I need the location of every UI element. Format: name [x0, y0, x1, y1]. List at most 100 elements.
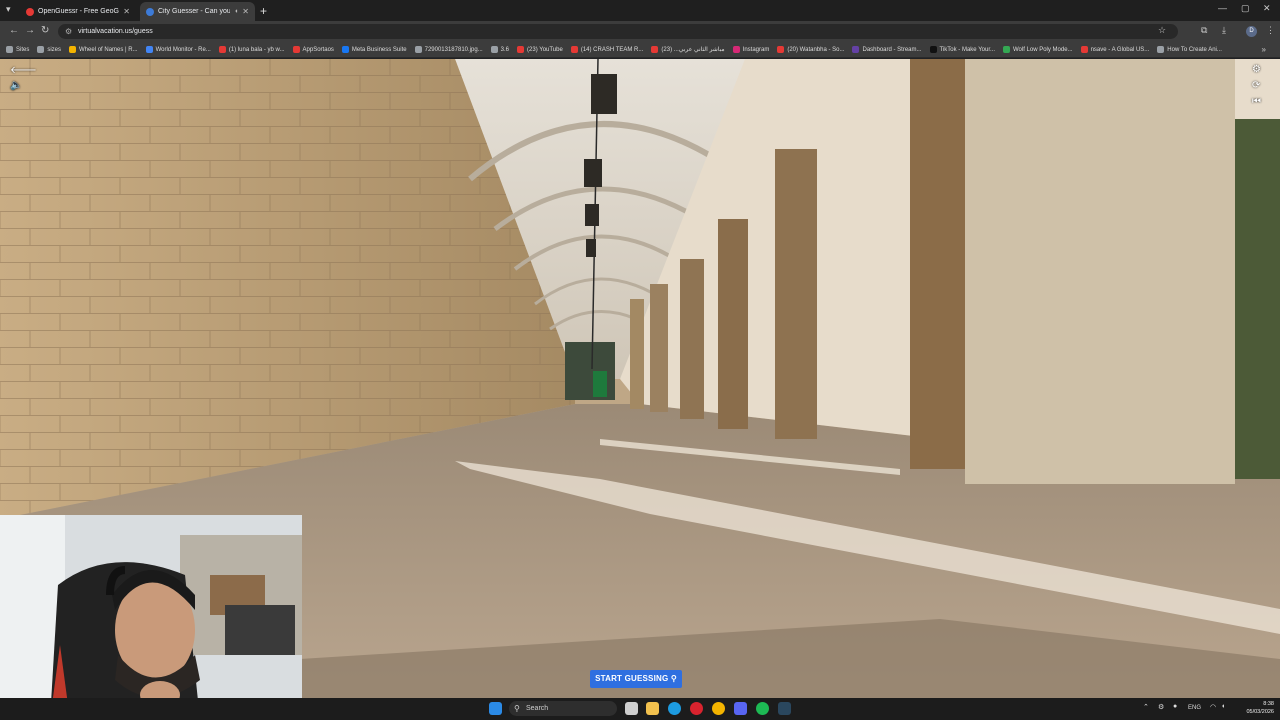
maximize-button[interactable]: ▢ [1241, 3, 1250, 14]
bookmark-item[interactable]: sizes [37, 46, 61, 53]
new-tab-button[interactable]: + [260, 4, 267, 18]
bookmark-favicon-icon [218, 46, 226, 53]
language-indicator[interactable]: ENG [1188, 705, 1201, 711]
close-tab-icon[interactable]: ✕ [242, 7, 249, 16]
bookmark-item[interactable]: Instagram [732, 46, 769, 53]
clock-date: 05/03/2026 [1246, 709, 1274, 715]
tab-search-icon[interactable]: ▾ [6, 4, 11, 15]
mic-icon[interactable]: ● [1173, 703, 1177, 710]
bookmark-item[interactable]: (23) YouTube [517, 46, 563, 53]
bookmark-item[interactable]: nsave - A Global US... [1080, 46, 1150, 53]
bookmark-favicon-icon [1157, 46, 1165, 53]
chrome-icon[interactable] [712, 702, 725, 715]
bookmark-item[interactable]: (20) Watanbha - So... [777, 46, 844, 53]
windows-taskbar [0, 698, 1280, 720]
network-icon[interactable]: ⚙ [1158, 703, 1164, 711]
bookmark-favicon-icon [1080, 46, 1088, 53]
file-explorer-icon[interactable] [646, 702, 659, 715]
cityguesser-favicon-icon [146, 7, 154, 16]
bookmark-item[interactable]: Sites [6, 46, 29, 53]
bookmark-star-icon[interactable]: ☆ [1158, 25, 1166, 36]
bookmark-favicon-icon [69, 46, 77, 53]
bookmark-item[interactable]: 7290013187810.jpg... [414, 46, 483, 53]
bookmark-item[interactable]: How To Create Ani... [1157, 46, 1222, 53]
folder-icon [37, 46, 45, 53]
menu-icon[interactable]: ⋮ [1266, 25, 1275, 36]
bookmark-item[interactable]: مباشر الثاني عربي... (23) [651, 46, 725, 53]
reload-button[interactable]: ↻ [41, 25, 49, 36]
bookmark-label: 7290013187810.jpg... [424, 46, 483, 53]
refresh-icon[interactable]: ⟳ [1252, 80, 1260, 91]
more-bookmarks-icon[interactable]: » [1262, 45, 1266, 54]
bookmark-item[interactable]: Wolf Low Poly Mode... [1002, 46, 1073, 53]
clock-time: 8:38 [1263, 701, 1274, 707]
forward-button[interactable]: → [25, 25, 35, 36]
bookmark-favicon-icon [145, 46, 153, 53]
minimize-button[interactable]: — [1218, 3, 1227, 13]
bookmark-favicon-icon [929, 46, 937, 53]
bookmark-item[interactable]: (14) CRASH TEAM R... [570, 46, 643, 53]
bookmark-label: مباشر الثاني عربي... (23) [661, 47, 725, 53]
folder-icon [6, 46, 13, 53]
volume-tray-icon[interactable]: ◖ [1221, 703, 1225, 710]
bookmark-label: nsave - A Global US... [1090, 46, 1150, 53]
bookmark-item[interactable]: AppSortaos [292, 46, 334, 53]
downloads-icon[interactable]: ⤓ [1222, 25, 1226, 36]
bookmark-label: Wheel of Names | R... [79, 46, 138, 53]
volume-icon[interactable]: 🔈 [10, 80, 22, 91]
tab-title: OpenGuessr - Free GeoGuessr [38, 8, 119, 15]
tab-city-guesser[interactable]: City Guesser - Can you gu ◖ ✕ [140, 2, 255, 21]
bookmark-label: Meta Business Suite [351, 46, 407, 53]
start-guessing-button[interactable]: START GUESSING ⚲ [590, 670, 682, 688]
bookmark-label: (20) Watanbha - So... [787, 46, 845, 53]
bookmark-favicon-icon [414, 46, 422, 53]
bookmark-item[interactable]: Wheel of Names | R... [69, 46, 138, 53]
bookmark-favicon-icon [292, 46, 300, 53]
close-tab-icon[interactable]: ✕ [123, 7, 130, 16]
bookmark-favicon-icon [1002, 46, 1010, 53]
profile-avatar[interactable]: D [1246, 26, 1257, 37]
tray-overflow-icon[interactable]: ⌃ [1143, 703, 1149, 711]
bookmark-label: (1) luna bala - yb w... [228, 46, 285, 53]
opera-icon[interactable] [690, 702, 703, 715]
system-clock[interactable]: 8:38 05/03/2026 [1238, 700, 1274, 716]
site-info-icon[interactable]: ⚙ [65, 24, 72, 39]
edge-icon[interactable] [668, 702, 681, 715]
windows-start-icon[interactable] [489, 702, 502, 715]
discord-icon[interactable] [734, 702, 747, 715]
mute-tab-icon[interactable]: ◖ [234, 8, 238, 15]
extensions-icon[interactable]: ⧉ [1201, 25, 1207, 36]
close-window-button[interactable]: ✕ [1263, 3, 1271, 14]
back-button[interactable]: ← [9, 25, 19, 36]
spotify-icon[interactable] [756, 702, 769, 715]
bookmark-item[interactable]: (1) luna bala - yb w... [218, 46, 285, 53]
wifi-icon[interactable]: ◠ [1210, 703, 1216, 711]
taskbar-search[interactable]: ⚲ Search [509, 701, 617, 716]
settings-icon[interactable]: ⚙ [1252, 64, 1261, 75]
address-bar[interactable]: ⚙ virtualvacation.us/guess [58, 24, 1178, 39]
bookmark-favicon-icon [341, 46, 349, 53]
bookmark-item[interactable]: Dashboard - Stream... [852, 46, 922, 53]
bookmark-favicon-icon [777, 46, 785, 53]
browser-toolbar: ← → ↻ ⚙ virtualvacation.us/guess ☆ ⧉ ⤓ ⋮ [0, 21, 1280, 42]
bookmark-favicon-icon [852, 46, 860, 53]
bookmark-label: sizes [47, 46, 62, 53]
bookmark-favicon-icon [570, 46, 578, 53]
steam-icon[interactable] [778, 702, 791, 715]
bookmark-favicon-icon [490, 46, 498, 53]
skip-back-icon[interactable]: ⏮ [1252, 96, 1261, 107]
openguessr-favicon-icon [26, 7, 34, 16]
tab-title: City Guesser - Can you gu [158, 8, 231, 15]
browser-tab-strip: ▾ OpenGuessr - Free GeoGuessr ✕ City Gue… [0, 0, 1280, 21]
bookmark-label: 3.6 [500, 46, 510, 53]
bookmark-item[interactable]: Meta Business Suite [341, 46, 407, 53]
tab-openguessr[interactable]: OpenGuessr - Free GeoGuessr ✕ [20, 2, 136, 21]
back-arrow-icon[interactable]: 🡐 [10, 64, 37, 76]
bookmark-favicon-icon [732, 46, 740, 53]
bookmark-item[interactable]: 3.6 [490, 46, 510, 53]
bookmark-item[interactable]: World Monitor - Re... [145, 46, 211, 53]
bookmark-item[interactable]: TikTok - Make Your... [929, 46, 995, 53]
webcam-overlay [0, 515, 302, 720]
task-view-icon[interactable] [625, 702, 638, 715]
taskbar-search-label: Search [526, 705, 549, 712]
